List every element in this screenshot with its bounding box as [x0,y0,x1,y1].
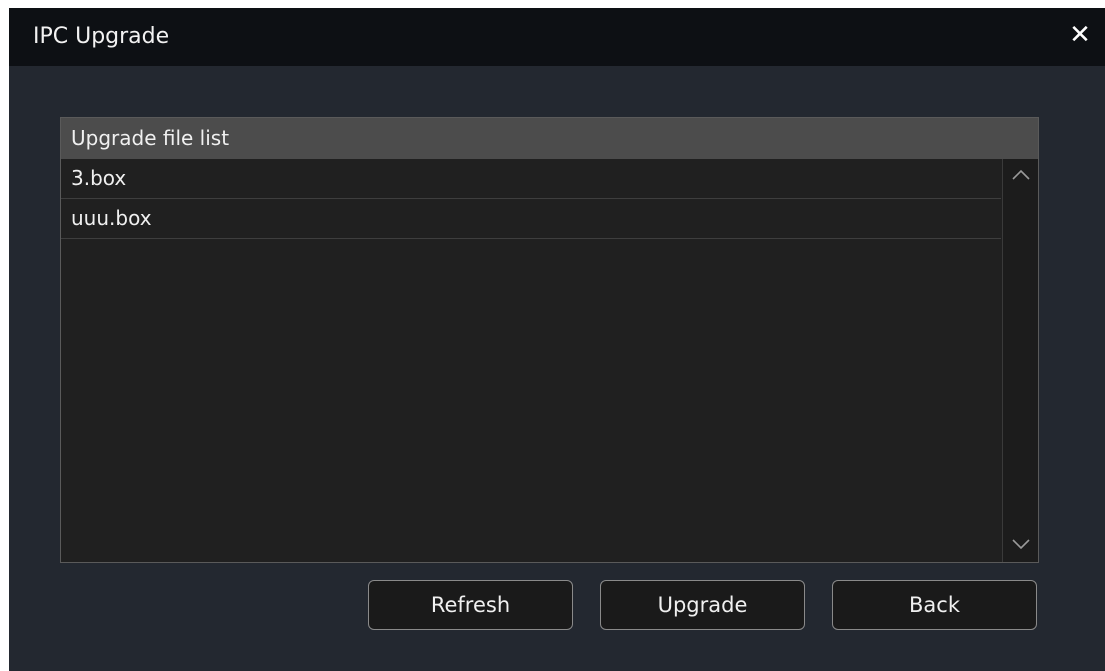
file-name: 3.box [71,166,127,190]
refresh-button[interactable]: Refresh [368,580,573,630]
chevron-up-icon[interactable] [1003,161,1038,191]
file-name: uuu.box [71,206,152,230]
list-header-label: Upgrade file list [71,126,230,150]
back-button[interactable]: Back [832,580,1037,630]
title-bar: IPC Upgrade ✕ [9,8,1105,66]
chevron-down-icon[interactable] [1003,530,1038,560]
dialog-title: IPC Upgrade [33,24,170,49]
ipc-upgrade-dialog: IPC Upgrade ✕ Upgrade file list 3.box uu… [9,8,1105,671]
upgrade-button[interactable]: Upgrade [600,580,805,630]
upgrade-file-list: Upgrade file list 3.box uuu.box [60,117,1039,563]
list-header: Upgrade file list [61,118,1038,159]
list-body: 3.box uuu.box [61,159,1001,562]
list-scrollbar[interactable] [1002,159,1038,562]
list-item[interactable]: uuu.box [61,199,1001,239]
close-icon[interactable]: ✕ [1065,20,1095,50]
list-item[interactable]: 3.box [61,159,1001,199]
